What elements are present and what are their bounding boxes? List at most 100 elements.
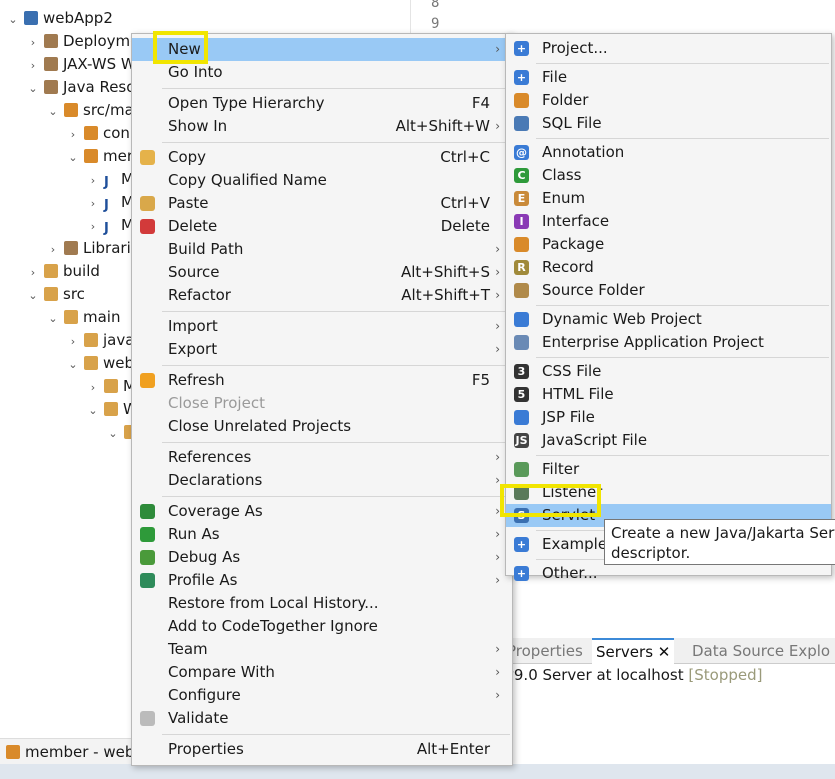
chevron-right-icon[interactable]: › [26, 262, 40, 284]
chevron-down-icon[interactable]: ⌄ [26, 78, 40, 100]
menu-item-profile-as[interactable]: › Profile As [132, 569, 512, 592]
menu-item-properties[interactable]: Alt+Enter Properties [132, 738, 512, 761]
chevron-down-icon[interactable]: ⌄ [66, 147, 80, 169]
menu-item-export[interactable]: › Export [132, 338, 512, 361]
tree-item[interactable]: › java [66, 329, 135, 353]
tree-item[interactable]: › con [66, 122, 130, 144]
menu-item-filter[interactable]: Filter [506, 458, 831, 481]
menu-item-references[interactable]: › References [132, 446, 512, 469]
tree-item[interactable]: › J M [86, 214, 134, 236]
new-wizard-icon: + [514, 537, 529, 552]
tree-item[interactable]: › J M [86, 191, 134, 213]
chevron-right-icon[interactable]: › [26, 55, 40, 77]
tree-item[interactable]: ⌄ src [26, 283, 85, 305]
menu-item-import[interactable]: › Import [132, 315, 512, 338]
jsp-file-icon [514, 410, 529, 425]
menu-item-validate[interactable]: Validate [132, 707, 512, 730]
chevron-right-icon[interactable]: › [46, 239, 60, 261]
menu-item-go-into[interactable]: Go Into [132, 61, 512, 84]
tree-item[interactable]: ⌄ webApp2 [6, 7, 112, 31]
menu-item-run-as[interactable]: › Run As [132, 523, 512, 546]
chevron-down-icon[interactable]: ⌄ [6, 9, 20, 31]
menu-item-interface[interactable]: I Interface [506, 210, 831, 233]
ear-project-icon [514, 335, 529, 350]
chevron-down-icon[interactable]: ⌄ [46, 101, 60, 123]
menu-item-other[interactable]: + Other... [506, 562, 831, 585]
chevron-right-icon[interactable]: › [86, 377, 100, 399]
menu-separator [162, 88, 510, 89]
chevron-down-icon[interactable]: ⌄ [66, 354, 80, 376]
menu-item-class[interactable]: C Class [506, 164, 831, 187]
menu-item-javascript-file[interactable]: JS JavaScript File [506, 429, 831, 452]
menu-item-declarations[interactable]: › Declarations [132, 469, 512, 492]
chevron-right-icon[interactable]: › [66, 331, 80, 353]
menu-item-add-to-codetogether-ignore[interactable]: Add to CodeTogether Ignore [132, 615, 512, 638]
source-folder-icon [514, 283, 529, 298]
menu-item-project[interactable]: + Project... [506, 37, 831, 60]
tree-item[interactable]: › J M [86, 168, 134, 190]
chevron-right-icon[interactable]: › [86, 170, 100, 192]
chevron-right-icon[interactable]: › [26, 32, 40, 54]
menu-item-dynamic-web-project[interactable]: Dynamic Web Project [506, 308, 831, 331]
menu-item-package[interactable]: Package [506, 233, 831, 256]
menu-item-refactor[interactable]: Alt+Shift+T › Refactor [132, 284, 512, 307]
menu-separator [536, 305, 829, 306]
menu-item-copy[interactable]: Ctrl+C Copy [132, 146, 512, 169]
menu-item-folder[interactable]: Folder [506, 89, 831, 112]
menu-item-close-unrelated-projects[interactable]: Close Unrelated Projects [132, 415, 512, 438]
folder-icon [514, 93, 529, 108]
menu-item-record[interactable]: R Record [506, 256, 831, 279]
menu-item-css-file[interactable]: 3 CSS File [506, 360, 831, 383]
menu-item-refresh[interactable]: F5 Refresh [132, 369, 512, 392]
tree-item[interactable]: ⌄ main [46, 306, 120, 328]
menu-item-debug-as[interactable]: › Debug As [132, 546, 512, 569]
server-entry[interactable]: v9.0 Server at localhost [Stopped] [505, 664, 763, 686]
menu-item-copy-qualified-name[interactable]: Copy Qualified Name [132, 169, 512, 192]
paste-icon [140, 196, 155, 211]
menu-item-coverage-as[interactable]: › Coverage As [132, 500, 512, 523]
menu-item-file[interactable]: + File [506, 66, 831, 89]
tab-servers[interactable]: Servers ✕ [592, 638, 675, 664]
chevron-right-icon[interactable]: › [86, 216, 100, 238]
chevron-down-icon[interactable]: ⌄ [46, 308, 60, 330]
menu-item-label: HTML File [542, 385, 614, 403]
tree-item[interactable]: › Librari [46, 237, 131, 259]
menu-item-delete[interactable]: Delete Delete [132, 215, 512, 238]
menu-separator [162, 442, 510, 443]
menu-item-enterprise-application-project[interactable]: Enterprise Application Project [506, 331, 831, 354]
menu-item-jsp-file[interactable]: JSP File [506, 406, 831, 429]
tree-item[interactable]: › M [86, 375, 136, 397]
tree-item[interactable]: ⌄ Java Reso [26, 76, 135, 98]
chevron-right-icon[interactable]: › [86, 193, 100, 215]
menu-item-build-path[interactable]: › Build Path [132, 238, 512, 261]
chevron-right-icon[interactable]: › [66, 124, 80, 146]
menu-item-team[interactable]: › Team [132, 638, 512, 661]
menu-item-configure[interactable]: › Configure [132, 684, 512, 707]
tab-data-source-explorer[interactable]: Data Source Explo [692, 638, 830, 664]
chevron-down-icon[interactable]: ⌄ [26, 285, 40, 307]
menu-item-restore-from-local-history[interactable]: Restore from Local History... [132, 592, 512, 615]
menu-item-open-type-hierarchy[interactable]: F4 Open Type Hierarchy [132, 92, 512, 115]
java-file-icon: J [104, 175, 109, 190]
server-state: [Stopped] [688, 666, 763, 684]
tab-properties[interactable]: Properties [507, 638, 583, 664]
menu-item-html-file[interactable]: 5 HTML File [506, 383, 831, 406]
tree-item[interactable]: ⌄ src/ma [46, 99, 133, 123]
menu-item-sql-file[interactable]: SQL File [506, 112, 831, 135]
tree-item[interactable]: ⌄ mer [66, 145, 133, 167]
menu-item-enum[interactable]: E Enum [506, 187, 831, 210]
tree-item[interactable]: › build [26, 260, 100, 282]
tree-item[interactable]: ⌄ web [66, 352, 134, 374]
menu-item-compare-with[interactable]: › Compare With [132, 661, 512, 684]
menu-item-source-folder[interactable]: Source Folder [506, 279, 831, 302]
package-icon [84, 149, 98, 163]
chevron-down-icon[interactable]: ⌄ [86, 400, 100, 422]
tree-item[interactable]: › JAX-WS W [26, 53, 136, 75]
menu-item-annotation[interactable]: @ Annotation [506, 141, 831, 164]
chevron-down-icon[interactable]: ⌄ [106, 423, 120, 445]
menu-item-show-in[interactable]: Alt+Shift+W › Show In [132, 115, 512, 138]
menu-item-paste[interactable]: Ctrl+V Paste [132, 192, 512, 215]
close-icon[interactable]: ✕ [658, 643, 671, 661]
tree-item[interactable]: › Deployme [26, 30, 140, 54]
menu-item-source[interactable]: Alt+Shift+S › Source [132, 261, 512, 284]
